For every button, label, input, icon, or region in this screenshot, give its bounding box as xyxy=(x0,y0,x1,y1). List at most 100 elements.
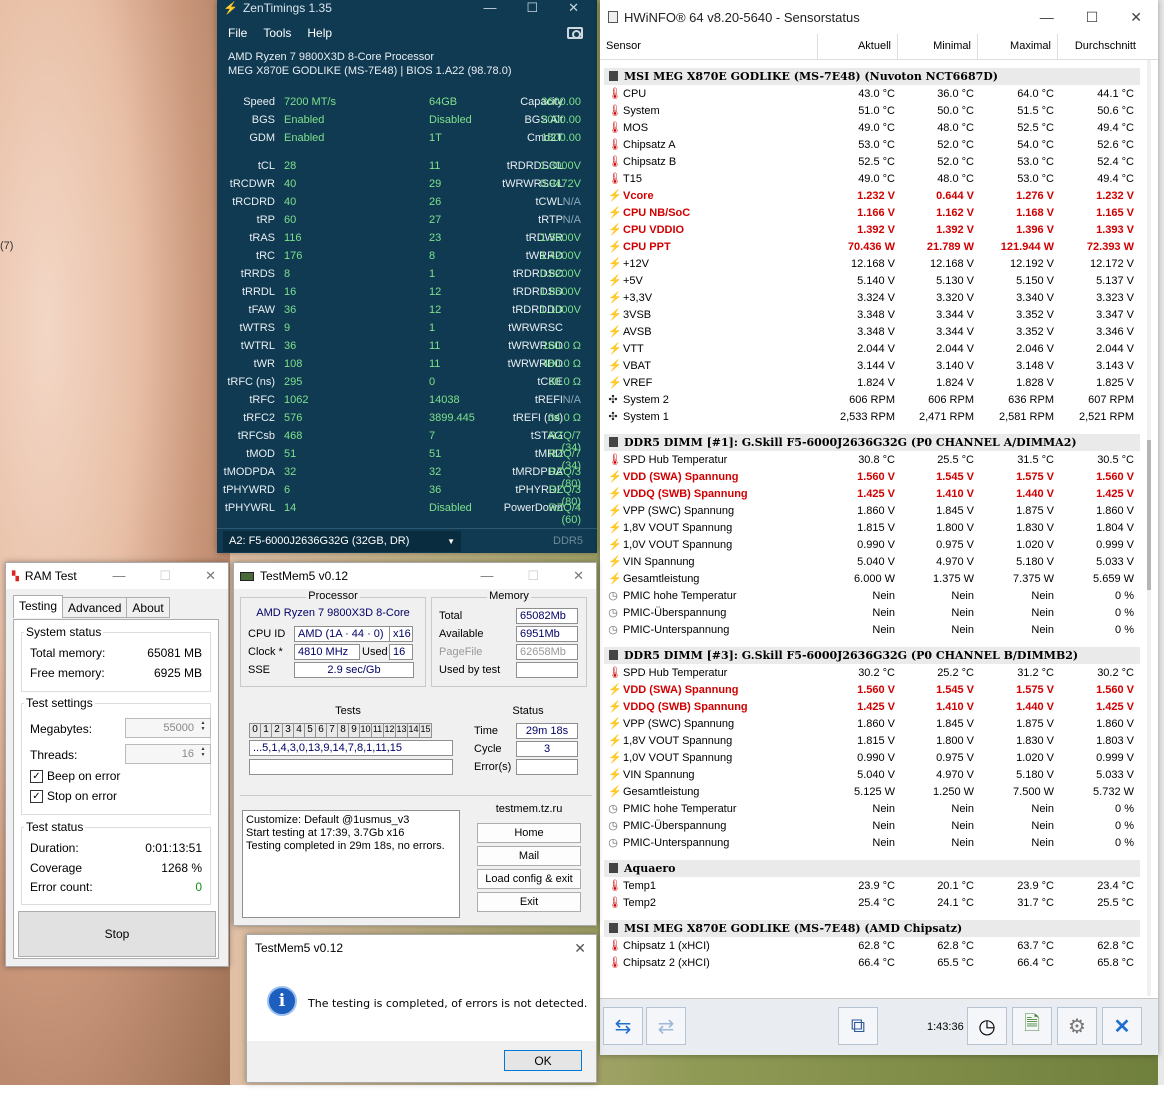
col-max[interactable]: Maximal xyxy=(978,34,1058,59)
sensor-row[interactable]: ◷ PMIC hohe Temperatur Nein Nein Nein 0 % xyxy=(603,800,1140,817)
menu-file[interactable]: File xyxy=(228,26,247,40)
sensor-row[interactable]: 🌡︎ Chipsatz B 52.5 °C 52.0 °C 53.0 °C 52.4 °C xyxy=(603,153,1140,170)
sensor-row[interactable]: ⚡ VPP (SWC) Spannung 1.860 V 1.845 V 1.875 V… xyxy=(603,502,1140,519)
sensor-row[interactable]: ⚡ AVSB 3.348 V 3.344 V 3.352 V 3.346 V xyxy=(603,323,1140,340)
sensor-row[interactable]: ⚡ VDD (SWA) Spannung 1.560 V 1.545 V 1.575 V… xyxy=(603,468,1140,485)
sensor-row[interactable]: ◷ PMIC-Unterspannung Nein Nein Nein 0 % xyxy=(603,621,1140,638)
sensor-row[interactable]: 🌡︎ SPD Hub Temperatur 30.8 °C 25.5 °C 31.5 °… xyxy=(603,451,1140,468)
menu-help[interactable]: Help xyxy=(307,26,332,40)
sensor-row[interactable]: ◷ PMIC-Unterspannung Nein Nein Nein 0 % xyxy=(603,834,1140,851)
clock-icon[interactable]: ◷ xyxy=(967,1007,1007,1045)
sensor-row[interactable]: ⚡ VTT 2.044 V 2.044 V 2.046 V 2.044 V xyxy=(603,340,1140,357)
sensor-row[interactable]: ⚡ CPU VDDIO 1.392 V 1.392 V 1.396 V 1.393 V xyxy=(603,221,1140,238)
stop-on-error-checkbox[interactable]: ✓ Stop on error xyxy=(30,789,117,803)
sensor-group-header[interactable]: MSI MEG X870E GODLIKE (MS-7E48) (AMD Chi… xyxy=(604,920,1140,937)
sensor-row[interactable]: ⚡ Gesamtleistung 6.000 W 1.375 W 7.375 W 5.65… xyxy=(603,570,1140,587)
close-button[interactable]: ✕ xyxy=(573,568,584,584)
sensor-row[interactable]: 🌡︎ T15 49.0 °C 48.0 °C 53.0 °C 49.4 °C xyxy=(603,170,1140,187)
sensor-row[interactable]: ⚡ Vcore 1.232 V 0.644 V 1.276 V 1.232 V xyxy=(603,187,1140,204)
maximize-button[interactable]: ☐ xyxy=(526,0,538,16)
sensor-scrollbar[interactable] xyxy=(1147,60,1151,996)
sensor-row[interactable]: ⚡ Gesamtleistung 5.125 W 1.250 W 7.500 W 5.73… xyxy=(603,783,1140,800)
sensor-row[interactable]: ⚡ +3,3V 3.324 V 3.320 V 3.340 V 3.323 V xyxy=(603,289,1140,306)
close-button[interactable]: ✕ xyxy=(1130,9,1142,26)
sensor-row[interactable]: 🌡︎ MOS 49.0 °C 48.0 °C 52.5 °C 49.4 °C xyxy=(603,119,1140,136)
sensor-row[interactable]: ◷ PMIC-Überspannung Nein Nein Nein 0 % xyxy=(603,604,1140,621)
close-button[interactable]: ✕ xyxy=(205,568,216,584)
collapse-arrows-icon[interactable]: ⇆ xyxy=(603,1007,643,1045)
sensor-row[interactable]: ⚡ VIN Spannung 5.040 V 4.970 V 5.180 V 5.033 … xyxy=(603,553,1140,570)
sensor-row[interactable]: 🌡︎ SPD Hub Temperatur 30.2 °C 25.2 °C 31.2 °… xyxy=(603,664,1140,681)
sensor-row[interactable]: ⚡ 1,8V VOUT Spannung 1.815 V 1.800 V 1.830 V… xyxy=(603,732,1140,749)
timing-value: 26 xyxy=(429,196,442,208)
maximize-button[interactable]: ☐ xyxy=(159,568,171,584)
sensor-row[interactable]: ⚡ 3VSB 3.348 V 3.344 V 3.352 V 3.347 V xyxy=(603,306,1140,323)
maximize-button[interactable]: ☐ xyxy=(1086,9,1099,26)
beep-on-error-checkbox[interactable]: ✓ Beep on error xyxy=(30,769,120,783)
tab-about[interactable]: About xyxy=(126,597,170,618)
sensor-row[interactable]: ◷ PMIC-Überspannung Nein Nein Nein 0 % xyxy=(603,817,1140,834)
sensor-row[interactable]: ⚡ VPP (SWC) Spannung 1.860 V 1.845 V 1.875 V… xyxy=(603,715,1140,732)
log-file-icon[interactable]: 🗎 xyxy=(1012,1007,1052,1045)
close-x-icon[interactable]: ✕ xyxy=(1102,1007,1142,1045)
sensor-group-header[interactable]: DDR5 DIMM [#3]: G.Skill F5-6000J2636G32G… xyxy=(604,647,1140,664)
col-current[interactable]: Aktuell xyxy=(818,34,898,59)
sensor-row[interactable]: ⚡ VDDQ (SWB) Spannung 1.425 V 1.410 V 1.440 … xyxy=(603,485,1140,502)
sensor-row[interactable]: ⚡ VIN Spannung 5.040 V 4.970 V 5.180 V 5.033 … xyxy=(603,766,1140,783)
sensor-row[interactable]: ✣ System 1 2,533 RPM 2,471 RPM 2,581 RPM 2,52… xyxy=(603,408,1140,425)
sensor-row[interactable]: ⚡ VDDQ (SWB) Spannung 1.425 V 1.410 V 1.440 … xyxy=(603,698,1140,715)
sensor-row[interactable]: ⚡ +12V 12.168 V 12.168 V 12.192 V 12.172 V xyxy=(603,255,1140,272)
minimize-button[interactable]: — xyxy=(112,568,125,584)
dimm-select[interactable]: A2: F5-6000J2636G32G (32GB, DR) ▼ xyxy=(223,530,461,552)
tab-testing[interactable]: Testing xyxy=(13,595,64,618)
sensor-row[interactable]: ⚡ CPU PPT 70.436 W 21.789 W 121.944 W 72.393 … xyxy=(603,238,1140,255)
sensor-row[interactable]: ⚡ VDD (SWA) Spannung 1.560 V 1.545 V 1.575 V… xyxy=(603,681,1140,698)
menu-tools[interactable]: Tools xyxy=(263,26,291,40)
sensor-row[interactable]: ◷ PMIC hohe Temperatur Nein Nein Nein 0 % xyxy=(603,587,1140,604)
sensor-row[interactable]: ⚡ CPU NB/SoC 1.166 V 1.162 V 1.168 V 1.165 V xyxy=(603,204,1140,221)
sensor-row[interactable]: 🌡︎ CPU 43.0 °C 36.0 °C 64.0 °C 44.1 °C xyxy=(603,85,1140,102)
col-sensor[interactable]: Sensor xyxy=(600,34,818,59)
camera-icon[interactable] xyxy=(567,27,583,39)
exit-button[interactable]: Exit xyxy=(477,892,581,912)
expand-arrows-icon[interactable]: ⇄ xyxy=(646,1007,686,1045)
minimize-button[interactable]: — xyxy=(1040,9,1054,26)
megabytes-input[interactable]: 55000 xyxy=(125,718,211,738)
scrollbar-thumb[interactable] xyxy=(1147,440,1151,590)
mail-button[interactable]: Mail xyxy=(477,846,581,866)
settings-gear-icon[interactable]: ⚙ xyxy=(1057,1007,1097,1045)
close-button[interactable]: ✕ xyxy=(574,940,586,957)
col-min[interactable]: Minimal xyxy=(898,34,978,59)
sensor-row[interactable]: 🌡︎ Chipsatz A 53.0 °C 52.0 °C 54.0 °C 52.6 °C xyxy=(603,136,1140,153)
sensor-row[interactable]: ⚡ VBAT 3.144 V 3.140 V 3.148 V 3.143 V xyxy=(603,357,1140,374)
sensor-row[interactable]: 🌡︎ Chipsatz 2 (xHCI) 66.4 °C 65.5 °C 66.4 °C… xyxy=(603,954,1140,971)
close-button[interactable]: ✕ xyxy=(568,0,579,16)
stop-button[interactable]: Stop xyxy=(18,911,216,957)
sensor-row[interactable]: ⚡ 1,0V VOUT Spannung 0.990 V 0.975 V 1.020 V… xyxy=(603,749,1140,766)
ok-button[interactable]: OK xyxy=(504,1050,582,1071)
network-icon[interactable]: ⧉ xyxy=(838,1007,878,1045)
minimize-button[interactable]: — xyxy=(480,568,493,584)
window-title: HWiNFO® 64 v8.20-5640 - Sensorstatus xyxy=(624,9,860,25)
minimize-button[interactable]: — xyxy=(483,0,496,16)
threads-input[interactable]: 16 xyxy=(125,744,211,764)
sensor-row[interactable]: ⚡ VREF 1.824 V 1.824 V 1.828 V 1.825 V xyxy=(603,374,1140,391)
sensor-group-header[interactable]: DDR5 DIMM [#1]: G.Skill F5-6000J2636G32G… xyxy=(604,434,1140,451)
sensor-row[interactable]: ⚡ +5V 5.140 V 5.130 V 5.150 V 5.137 V xyxy=(603,272,1140,289)
sensor-row[interactable]: ⚡ 1,8V VOUT Spannung 1.815 V 1.800 V 1.830 V… xyxy=(603,519,1140,536)
sensor-group-header[interactable]: Aquaero xyxy=(604,860,1140,877)
sensor-row[interactable]: 🌡︎ System 51.0 °C 50.0 °C 51.5 °C 50.6 °C xyxy=(603,102,1140,119)
site-link[interactable]: testmem.tz.ru xyxy=(470,803,588,815)
col-avg[interactable]: Durchschnitt xyxy=(1058,34,1142,59)
tab-advanced[interactable]: Advanced xyxy=(62,597,128,618)
home-button[interactable]: Home xyxy=(477,823,581,843)
sensor-row[interactable]: 🌡︎ Chipsatz 1 (xHCI) 62.8 °C 62.8 °C 63.7 °C… xyxy=(603,937,1140,954)
sensor-row[interactable]: 🌡︎ Temp1 23.9 °C 20.1 °C 23.9 °C 23.4 °C xyxy=(603,877,1140,894)
sensor-row[interactable]: ✣ System 2 606 RPM 606 RPM 636 RPM 607 RPM xyxy=(603,391,1140,408)
maximize-button[interactable]: ☐ xyxy=(527,568,539,584)
sensor-group-header[interactable]: MSI MEG X870E GODLIKE (MS-7E48) (Nuvoton… xyxy=(604,68,1140,85)
load-config-exit-button[interactable]: Load config & exit xyxy=(477,869,581,889)
sensor-row[interactable]: 🌡︎ Temp2 25.4 °C 24.1 °C 31.7 °C 25.5 °C xyxy=(603,894,1140,911)
sensor-row[interactable]: ⚡ 1,0V VOUT Spannung 0.990 V 0.975 V 1.020 V… xyxy=(603,536,1140,553)
sensor-name: VIN Spannung xyxy=(623,556,695,568)
